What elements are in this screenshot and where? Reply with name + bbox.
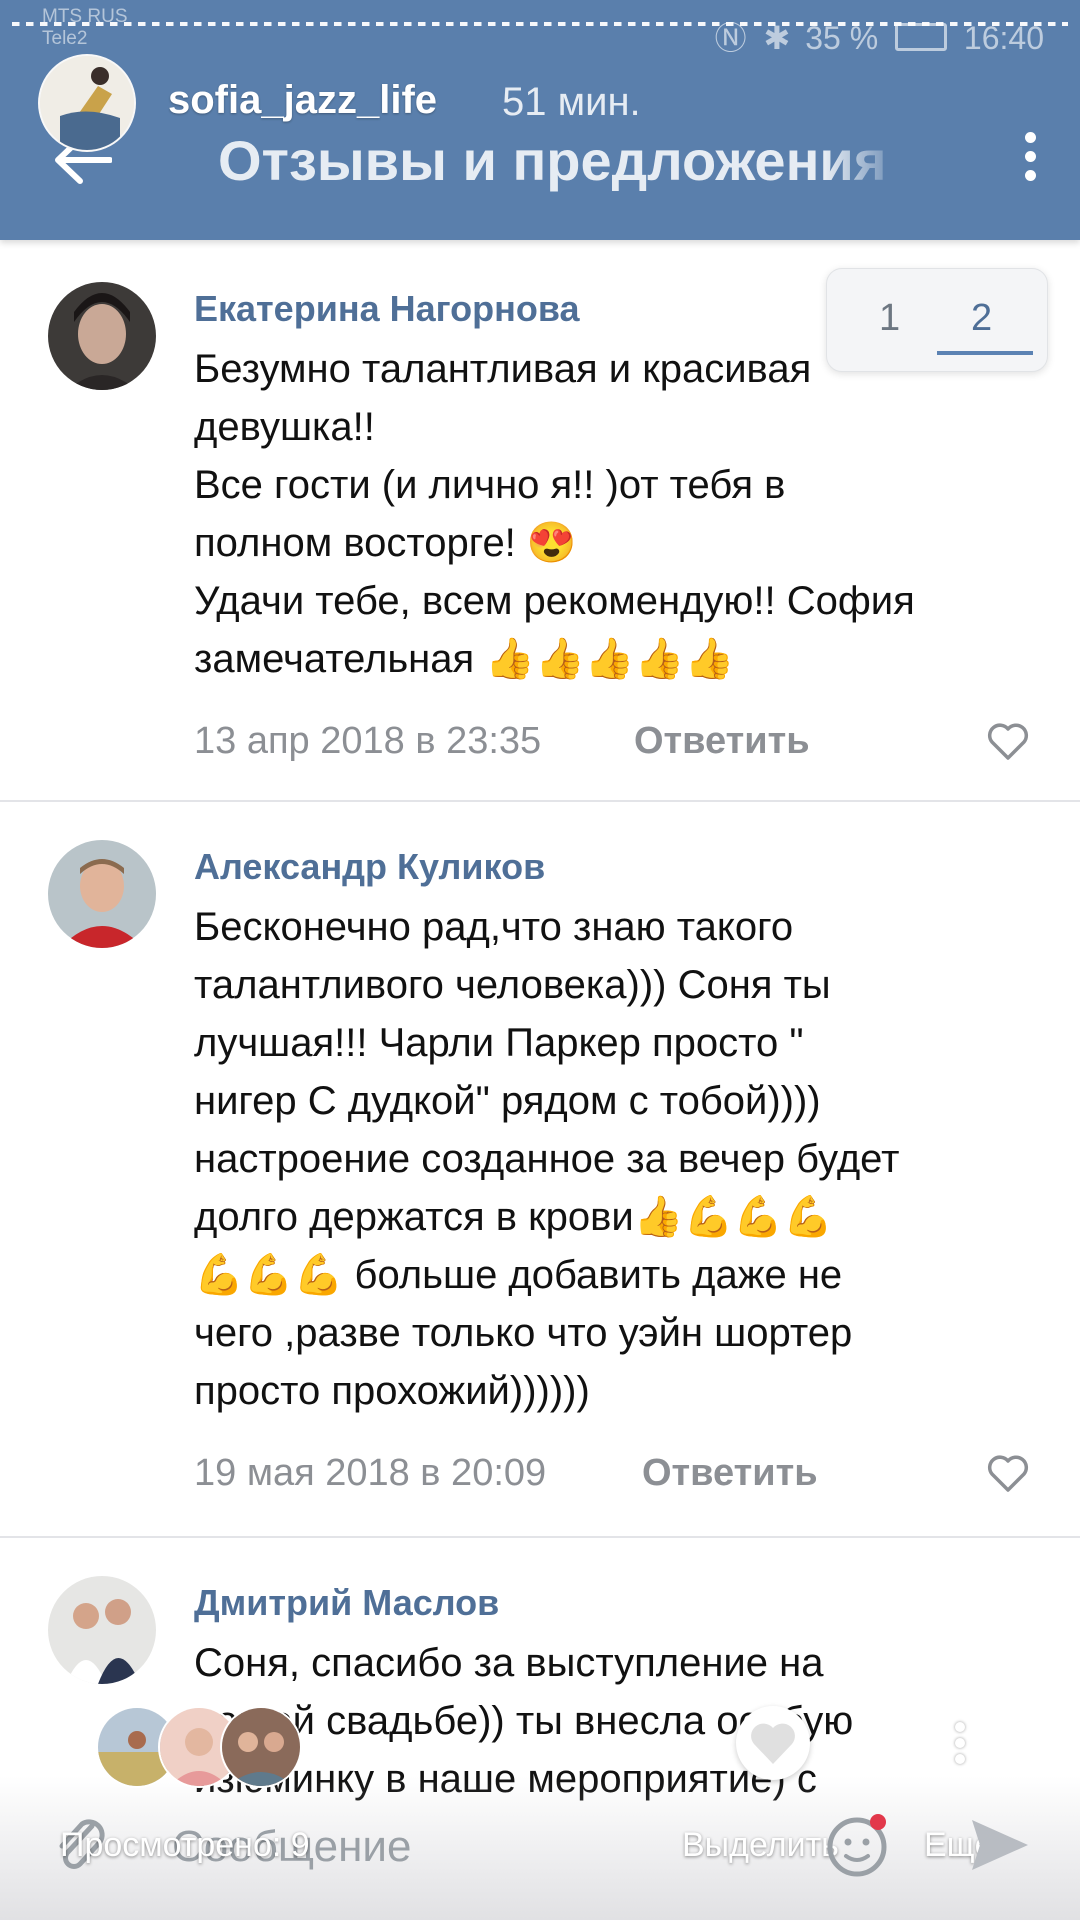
comment-date: 19 мая 2018 в 20:09 (194, 1452, 547, 1494)
avatar[interactable] (48, 1576, 156, 1684)
views-count[interactable]: Просмотрено: 9 (60, 1826, 310, 1865)
divider (0, 800, 1080, 802)
battery-icon (895, 23, 948, 51)
app-header: MTS RUS Tele2 Ⓝ ✱ 35 % 16:40 Отзывы и пр… (0, 0, 1080, 240)
reply-button[interactable]: Ответить (642, 1452, 818, 1495)
sticker-icon[interactable] (822, 1810, 892, 1880)
reply-button[interactable]: Ответить (634, 720, 810, 763)
avatar (220, 1706, 302, 1788)
divider (0, 1536, 1080, 1538)
heart-icon[interactable] (986, 722, 1030, 762)
status-bar-carriers: MTS RUS Tele2 (42, 6, 128, 50)
story-progress-bar (12, 22, 1068, 26)
carrier-2: Tele2 (42, 28, 88, 49)
page-title: Отзывы и предложения (218, 129, 887, 192)
story-username[interactable]: sofia_jazz_life (168, 78, 437, 123)
avatar[interactable] (48, 840, 156, 948)
avatar[interactable] (48, 282, 156, 390)
select-button[interactable]: Выделить (682, 1826, 839, 1865)
heart-icon (751, 1723, 795, 1764)
page-1-button[interactable]: 1 (879, 297, 900, 340)
heart-icon[interactable] (986, 1454, 1030, 1494)
comment-text: Бесконечно рад,что знаю такого талантлив… (194, 905, 900, 1413)
kebab-menu-icon[interactable] (1020, 132, 1040, 188)
story-more-dots-icon[interactable] (954, 1722, 966, 1770)
page-2-button[interactable]: 2 (971, 297, 992, 340)
comment-date: 13 апр 2018 в 23:35 (194, 720, 542, 762)
comment-author[interactable]: Александр Куликов (194, 846, 545, 888)
story-owner-avatar[interactable] (38, 54, 136, 152)
comment-author[interactable]: Екатерина Нагорнова (194, 288, 580, 330)
story-time: 51 мин. (502, 80, 641, 124)
send-icon[interactable] (966, 1812, 1032, 1878)
like-story-button[interactable] (736, 1706, 810, 1780)
comment-text: Безумно талантливая и красивая девушка!!… (194, 347, 915, 681)
comment-author[interactable]: Дмитрий Маслов (194, 1582, 499, 1624)
